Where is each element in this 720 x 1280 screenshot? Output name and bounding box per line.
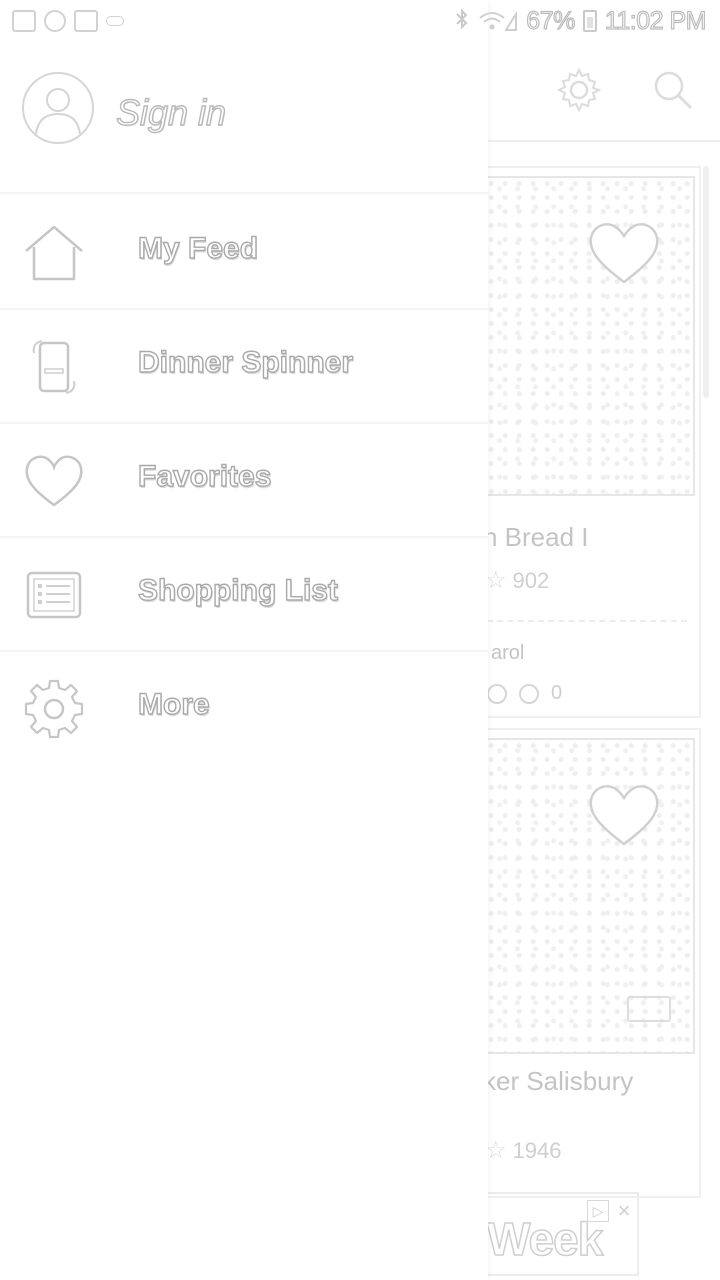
menu-item-my-feed[interactable]: My Feed	[0, 196, 488, 310]
photo-notification-icon	[12, 10, 36, 32]
menu-item-favorites[interactable]: Favorites	[0, 424, 488, 538]
recipe-rating: ☆ 902	[485, 566, 549, 595]
recipe-card[interactable]: ker Salisbury ☆ 1946	[483, 728, 701, 1198]
status-left	[12, 10, 124, 32]
sign-in-link[interactable]: Sign in	[115, 91, 226, 134]
divider	[487, 620, 687, 622]
stats-value: 0	[551, 682, 563, 704]
pinwheel-notification-icon	[44, 10, 66, 32]
recipe-rating: ☆ 1946	[485, 1136, 561, 1165]
bluetooth-icon	[454, 7, 470, 36]
recipe-title: ker Salisbury	[483, 1066, 634, 1096]
star-icon: ☆	[485, 567, 507, 594]
settings-gear-icon[interactable]	[555, 66, 603, 114]
recipe-photo	[487, 738, 695, 1054]
ad-banner[interactable]: Week ▷ ×	[486, 1192, 639, 1276]
ad-choices-icon[interactable]: ▷	[587, 1200, 609, 1222]
navigation-drawer: Sign in My Feed Dinner Spinner Favorites…	[0, 0, 488, 1280]
list-icon	[22, 563, 86, 627]
menu-item-more[interactable]: More	[0, 652, 488, 766]
status-bar: 67% 11:02 PM	[0, 0, 720, 42]
background-app: n Bread I ☆ 902 arol 0 ker Salisbury ☆ 1…	[483, 42, 720, 1280]
made-it-icon	[487, 683, 507, 704]
menu-item-label: More	[137, 687, 210, 721]
app-toolbar	[487, 42, 720, 142]
battery-percentage: 67%	[526, 6, 576, 35]
recipe-stats: 0	[487, 682, 562, 705]
favorite-heart-icon[interactable]	[587, 220, 661, 286]
heart-icon	[22, 449, 86, 513]
scrollbar[interactable]	[703, 166, 709, 398]
recipe-author: arol	[491, 642, 525, 664]
review-icon	[519, 683, 539, 704]
voicemail-icon	[106, 16, 124, 26]
video-icon	[627, 996, 671, 1022]
menu-item-label: Favorites	[137, 459, 272, 493]
menu-item-label: Shopping List	[137, 573, 338, 607]
ad-text: Week	[486, 1212, 604, 1266]
menu-item-dinner-spinner[interactable]: Dinner Spinner	[0, 310, 488, 424]
star-icon: ☆	[485, 1137, 507, 1164]
status-right: 67% 11:02 PM	[454, 6, 707, 36]
drawer-header[interactable]: Sign in	[0, 42, 488, 194]
recipe-card[interactable]: n Bread I ☆ 902 arol 0	[483, 166, 701, 718]
gmail-notification-icon	[74, 10, 98, 32]
home-icon	[22, 221, 86, 285]
gear-icon	[22, 677, 86, 741]
avatar-placeholder-icon[interactable]	[22, 72, 94, 144]
menu-item-label: My Feed	[137, 231, 259, 265]
rating-count: 1946	[512, 1137, 562, 1163]
clock: 11:02 PM	[604, 6, 707, 35]
drawer-menu: My Feed Dinner Spinner Favorites Shoppin…	[0, 196, 488, 766]
favorite-heart-icon[interactable]	[587, 782, 661, 848]
ad-close-icon[interactable]: ×	[613, 1200, 635, 1222]
menu-item-label: Dinner Spinner	[137, 345, 354, 379]
phone-spinner-icon	[22, 335, 86, 399]
search-icon[interactable]	[651, 68, 695, 112]
recipe-title: n Bread I	[483, 522, 589, 552]
recipe-photo	[487, 176, 695, 496]
menu-item-shopping-list[interactable]: Shopping List	[0, 538, 488, 652]
rating-count: 902	[512, 567, 550, 593]
wifi-icon	[478, 10, 518, 32]
battery-icon	[582, 10, 597, 32]
